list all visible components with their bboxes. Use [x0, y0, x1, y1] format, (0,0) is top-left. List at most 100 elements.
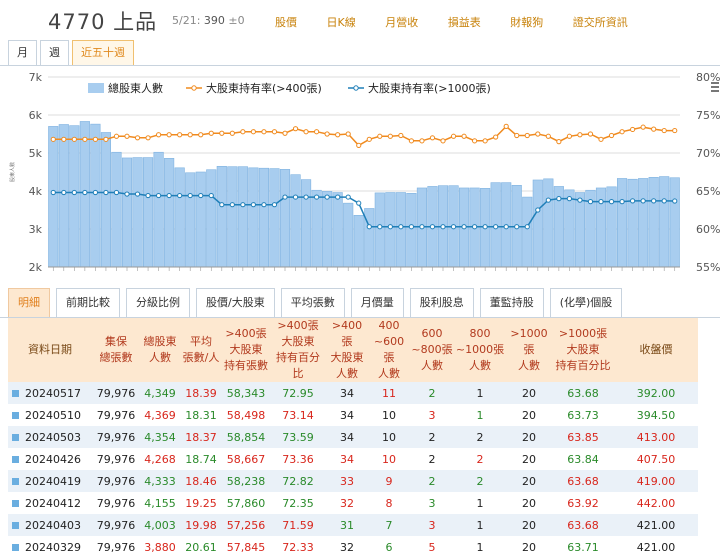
- bar: [638, 178, 649, 268]
- pct1000-point: [524, 224, 530, 230]
- bar: [269, 168, 280, 268]
- col-header-over400-shares: >400張 大股東 持有張數: [222, 318, 270, 382]
- cell-holder-count: 4,333: [140, 470, 180, 492]
- nav-link-statementdog[interactable]: 財報狗: [510, 16, 543, 29]
- bar: [574, 192, 586, 268]
- pct400-point: [514, 132, 520, 139]
- col-header-over400-pct: >400張 大股東 持有百分比: [270, 318, 326, 382]
- row-marker-icon: [12, 412, 19, 419]
- y-tick-left: 5k: [29, 147, 43, 160]
- row-marker-icon: [12, 522, 19, 529]
- cell-holder-count: 3,880: [140, 536, 180, 554]
- tab-prev-compare[interactable]: 前期比較: [56, 288, 120, 317]
- tab-avg-shares[interactable]: 平均張數: [280, 288, 345, 317]
- holders-table-wrap: 資料日期 集保 總張數 總股東 人數 平均 張數/人 >400張 大股東 持有張數 >400張 大股東…: [8, 318, 698, 554]
- pct400-point: [661, 127, 667, 134]
- cell-over400-count: 31: [326, 514, 368, 536]
- nav-link-twse[interactable]: 證交所資訊: [573, 16, 628, 29]
- pct1000-point: [250, 202, 256, 208]
- pct400-point: [493, 134, 499, 140]
- pct1000-point: [566, 196, 573, 202]
- pct1000-point: [661, 198, 667, 204]
- cell-close-price: 419.00: [614, 470, 698, 492]
- tab-directors[interactable]: 董監持股: [479, 288, 544, 317]
- col-header-line: ~800張: [411, 343, 453, 356]
- cell-date: 20240403: [8, 514, 92, 536]
- pct1000-point: [482, 224, 488, 230]
- table-row: 20240412 79,976 4,155 19.25 57,860 72.35 32 8 3 1…: [8, 492, 698, 514]
- tab-tier-ratio[interactable]: 分級比例: [126, 288, 190, 317]
- chart-menu-icon[interactable]: [711, 82, 719, 92]
- pct1000-point: [292, 194, 299, 200]
- nav-link-revenue[interactable]: 月營收: [385, 16, 418, 29]
- row-marker-icon: [12, 478, 19, 485]
- bar: [279, 169, 291, 268]
- pct1000-point: [92, 189, 99, 196]
- date-text: 20240426: [25, 452, 81, 466]
- bar: [174, 167, 185, 268]
- pct400-point: [208, 130, 214, 136]
- table-row: 20240517 79,976 4,349 18.39 58,343 72.95 34 11 2…: [8, 382, 698, 404]
- col-header-line: 400: [378, 319, 400, 332]
- nav-link-kline[interactable]: 日K線: [327, 16, 356, 29]
- cell-custody-total: 79,976: [92, 448, 140, 470]
- col-header-line: 人數: [421, 359, 443, 372]
- bar: [153, 151, 164, 268]
- tab-week[interactable]: 週: [40, 40, 69, 65]
- bar: [185, 172, 196, 268]
- y-tick-right: 70%: [696, 147, 720, 160]
- tab-industry-stocks[interactable]: (化學)個股: [549, 288, 623, 317]
- pct400-point: [177, 132, 183, 138]
- tab-detail[interactable]: 明細: [8, 288, 50, 317]
- cell-over400-shares: 58,343: [222, 382, 270, 404]
- cell-over1000-pct: 63.71: [552, 536, 614, 554]
- bar: [522, 196, 533, 268]
- cell-tier800-1000: 1: [454, 492, 506, 514]
- pct400-point: [577, 132, 583, 138]
- cell-avg-shares: 18.46: [180, 470, 222, 492]
- bar: [227, 166, 238, 268]
- col-header-holder-count: 總股東 人數: [140, 318, 180, 382]
- tab-monthly-volume[interactable]: 月價量: [350, 288, 404, 317]
- row-marker-icon: [12, 390, 19, 397]
- pct400-point: [187, 132, 193, 138]
- table-row: 20240419 79,976 4,333 18.46 58,238 72.82 33 9 2 2…: [8, 470, 698, 492]
- pct1000-point: [514, 224, 520, 230]
- tab-price-major[interactable]: 股價/大股東: [196, 288, 275, 317]
- cell-date: 20240329: [8, 536, 92, 554]
- pct1000-point: [208, 192, 214, 199]
- cell-date: 20240503: [8, 426, 92, 448]
- cell-tier400-600: 7: [368, 514, 410, 536]
- pct1000-point: [240, 202, 246, 208]
- cell-date: 20240517: [8, 382, 92, 404]
- pct1000-point: [450, 224, 457, 230]
- col-header-line: >1000張: [558, 327, 608, 340]
- pct1000-point: [134, 191, 141, 197]
- col-header-avg-shares: 平均 張數/人: [180, 318, 222, 382]
- pct400-point: [356, 142, 362, 149]
- cell-date: 20240412: [8, 492, 92, 514]
- col-header-close-price: 收盤價: [614, 318, 698, 382]
- bar: [90, 123, 101, 268]
- bar: [374, 192, 385, 268]
- cell-tier400-600: 10: [368, 426, 410, 448]
- shareholder-chart: 2k 3k 4k 5k 6k 7k 55% 60% 65% 70% 75% 80% 股東人數 總股東人數 大…: [0, 67, 720, 280]
- tab-month[interactable]: 月: [8, 40, 37, 65]
- pct1000-point: [535, 207, 541, 213]
- table-row: 20240403 79,976 4,003 19.98 57,256 71.59 31 7 3 1…: [8, 514, 698, 536]
- bar: [58, 124, 69, 268]
- col-header-date: 資料日期: [8, 318, 92, 382]
- bar: [322, 191, 333, 268]
- y-tick-right: 55%: [696, 261, 720, 274]
- legend-swatch-400-dot: [191, 85, 197, 91]
- pct400-point: [461, 133, 467, 139]
- tab-dividend[interactable]: 股利股息: [409, 288, 474, 317]
- nav-link-price[interactable]: 股價: [275, 16, 297, 29]
- cell-over400-count: 32: [326, 536, 368, 554]
- col-header-custody-total: 集保 總張數: [92, 318, 140, 382]
- cell-tier600-800: 2: [410, 426, 454, 448]
- nav-link-income[interactable]: 損益表: [448, 16, 481, 29]
- cell-tier600-800: 2: [410, 470, 454, 492]
- tab-recent-50-weeks[interactable]: 近五十週: [72, 40, 134, 65]
- cell-over1000-count: 20: [506, 536, 552, 554]
